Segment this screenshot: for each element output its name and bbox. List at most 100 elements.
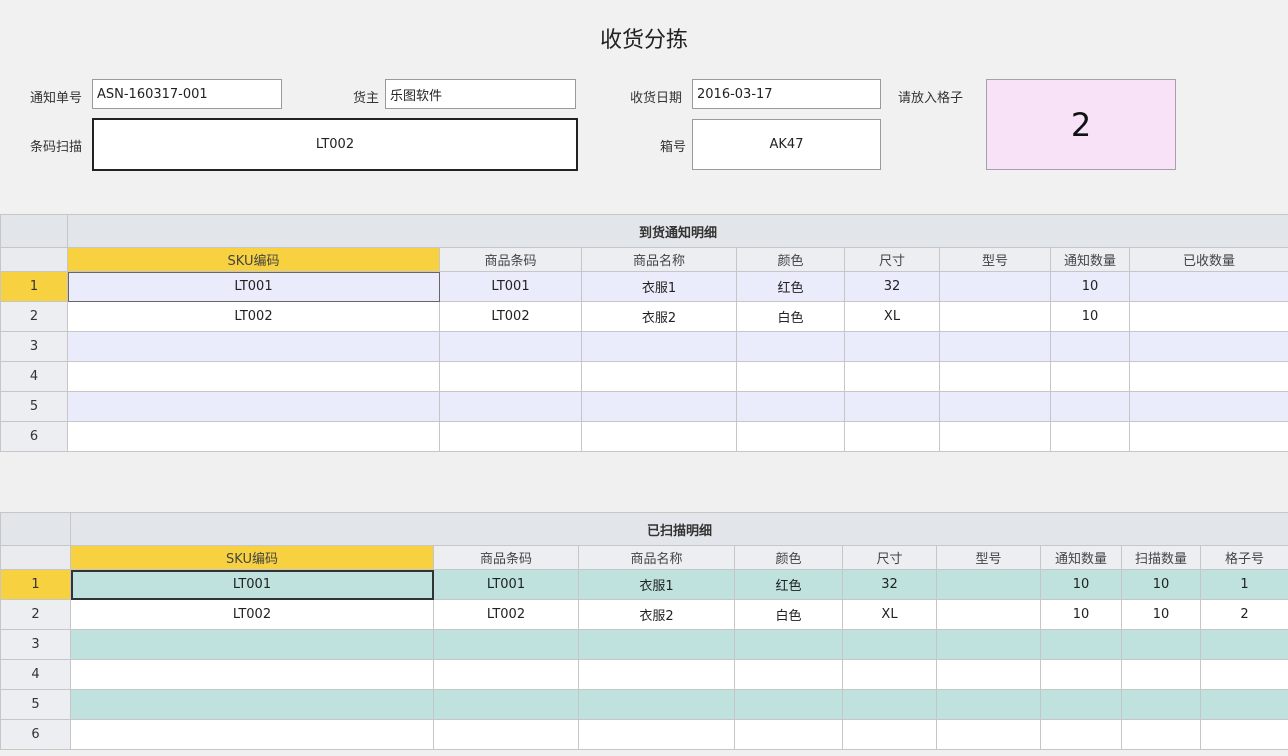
table-cell[interactable]: LT001 <box>433 569 579 600</box>
table-cell[interactable] <box>67 391 440 422</box>
table-cell[interactable] <box>578 719 735 750</box>
column-header-model[interactable]: 型号 <box>936 545 1041 570</box>
table-cell[interactable] <box>736 331 845 362</box>
row-number[interactable]: 1 <box>0 569 71 600</box>
table-cell[interactable] <box>1199 689 1288 720</box>
table-cell[interactable] <box>581 421 737 452</box>
table-cell[interactable]: 32 <box>842 569 937 600</box>
table-cell[interactable] <box>1050 421 1130 452</box>
table-cell[interactable] <box>433 719 579 750</box>
table-cell[interactable]: 白色 <box>734 599 843 630</box>
table-cell[interactable] <box>67 331 440 362</box>
table-cell[interactable]: 衣服1 <box>578 569 735 600</box>
row-number[interactable]: 6 <box>0 719 71 750</box>
table-cell[interactable] <box>734 659 843 690</box>
table-cell[interactable] <box>1050 391 1130 422</box>
table-cell[interactable] <box>842 629 937 660</box>
table-cell[interactable] <box>734 689 843 720</box>
notice-no-field[interactable]: ASN-160317-001 <box>92 79 282 109</box>
table-cell[interactable] <box>936 659 1041 690</box>
column-header-sku[interactable]: SKU编码 <box>70 545 434 570</box>
table-row[interactable]: 4 <box>0 361 1288 392</box>
table-cell[interactable] <box>1128 331 1288 362</box>
column-header-notice-qty[interactable]: 通知数量 <box>1050 247 1130 272</box>
column-header-received-qty[interactable]: 已收数量 <box>1128 247 1288 272</box>
table-cell[interactable] <box>844 331 940 362</box>
table-cell[interactable] <box>939 421 1051 452</box>
table-cell[interactable] <box>581 391 737 422</box>
table-cell[interactable]: 2 <box>1199 599 1288 630</box>
table-row[interactable]: 3 <box>0 629 1288 660</box>
row-number[interactable]: 5 <box>0 689 71 720</box>
column-header-product-name[interactable]: 商品名称 <box>581 247 737 272</box>
table-cell[interactable] <box>67 361 440 392</box>
table-cell[interactable] <box>1040 719 1122 750</box>
table-cell[interactable] <box>736 391 845 422</box>
column-header-slot-no[interactable]: 格子号 <box>1199 545 1288 570</box>
table-cell[interactable] <box>734 629 843 660</box>
row-number[interactable]: 6 <box>0 421 68 452</box>
table-cell[interactable] <box>578 659 735 690</box>
table-cell[interactable] <box>67 421 440 452</box>
table-cell[interactable] <box>1121 629 1201 660</box>
table-cell[interactable] <box>842 719 937 750</box>
table-cell[interactable] <box>433 629 579 660</box>
table-cell[interactable] <box>1040 659 1122 690</box>
column-header-product-name[interactable]: 商品名称 <box>578 545 735 570</box>
table-cell[interactable] <box>1040 629 1122 660</box>
table-cell[interactable] <box>581 361 737 392</box>
table-cell[interactable] <box>1040 689 1122 720</box>
table-cell[interactable] <box>439 391 582 422</box>
table-cell[interactable] <box>1121 659 1201 690</box>
column-header-barcode[interactable]: 商品条码 <box>439 247 582 272</box>
table-cell[interactable] <box>1199 719 1288 750</box>
table-cell[interactable] <box>1128 421 1288 452</box>
table-cell[interactable] <box>734 719 843 750</box>
table-cell[interactable]: 10 <box>1050 271 1130 302</box>
table-row[interactable]: 4 <box>0 659 1288 690</box>
table-cell[interactable]: 红色 <box>736 271 845 302</box>
table-cell[interactable] <box>736 361 845 392</box>
column-header-notice-qty[interactable]: 通知数量 <box>1040 545 1122 570</box>
row-number[interactable]: 3 <box>0 331 68 362</box>
table-cell[interactable] <box>581 331 737 362</box>
table-cell[interactable]: LT002 <box>439 301 582 332</box>
table-cell[interactable] <box>936 629 1041 660</box>
table-cell[interactable]: LT001 <box>70 569 434 600</box>
table-cell[interactable]: 10 <box>1040 569 1122 600</box>
table-cell[interactable]: LT002 <box>433 599 579 630</box>
barcode-scan-input[interactable]: LT002 <box>92 118 578 171</box>
table-cell[interactable] <box>844 391 940 422</box>
table-cell[interactable]: LT002 <box>67 301 440 332</box>
row-number[interactable]: 2 <box>0 599 71 630</box>
table-cell[interactable]: 1 <box>1199 569 1288 600</box>
column-header-color[interactable]: 颜色 <box>736 247 845 272</box>
column-header-model[interactable]: 型号 <box>939 247 1051 272</box>
column-header-size[interactable]: 尺寸 <box>842 545 937 570</box>
table-row[interactable]: 1 LT001 LT001 衣服1 红色 32 10 10 1 <box>0 569 1288 600</box>
table-cell[interactable]: 10 <box>1040 599 1122 630</box>
table-cell[interactable]: LT002 <box>70 599 434 630</box>
table-cell[interactable]: 10 <box>1050 301 1130 332</box>
table-cell[interactable] <box>70 689 434 720</box>
table-row[interactable]: 2 LT002 LT002 衣服2 白色 XL 10 <box>0 301 1288 332</box>
table-row[interactable]: 3 <box>0 331 1288 362</box>
table-cell[interactable] <box>844 421 940 452</box>
table-row[interactable]: 5 <box>0 689 1288 720</box>
table-cell[interactable]: LT001 <box>439 271 582 302</box>
table-cell[interactable] <box>1050 331 1130 362</box>
table-row[interactable]: 5 <box>0 391 1288 422</box>
owner-field[interactable]: 乐图软件 <box>385 79 576 109</box>
table-cell[interactable]: XL <box>844 301 940 332</box>
table-cell[interactable] <box>936 719 1041 750</box>
row-number[interactable]: 2 <box>0 301 68 332</box>
table-cell[interactable]: 衣服1 <box>581 271 737 302</box>
table-cell[interactable] <box>842 689 937 720</box>
box-no-field[interactable]: AK47 <box>692 119 881 170</box>
table-cell[interactable] <box>1128 271 1288 302</box>
table-cell[interactable] <box>939 361 1051 392</box>
receive-date-field[interactable]: 2016-03-17 <box>692 79 881 109</box>
table-cell[interactable] <box>936 569 1041 600</box>
table-cell[interactable] <box>1199 659 1288 690</box>
table-cell[interactable] <box>578 629 735 660</box>
